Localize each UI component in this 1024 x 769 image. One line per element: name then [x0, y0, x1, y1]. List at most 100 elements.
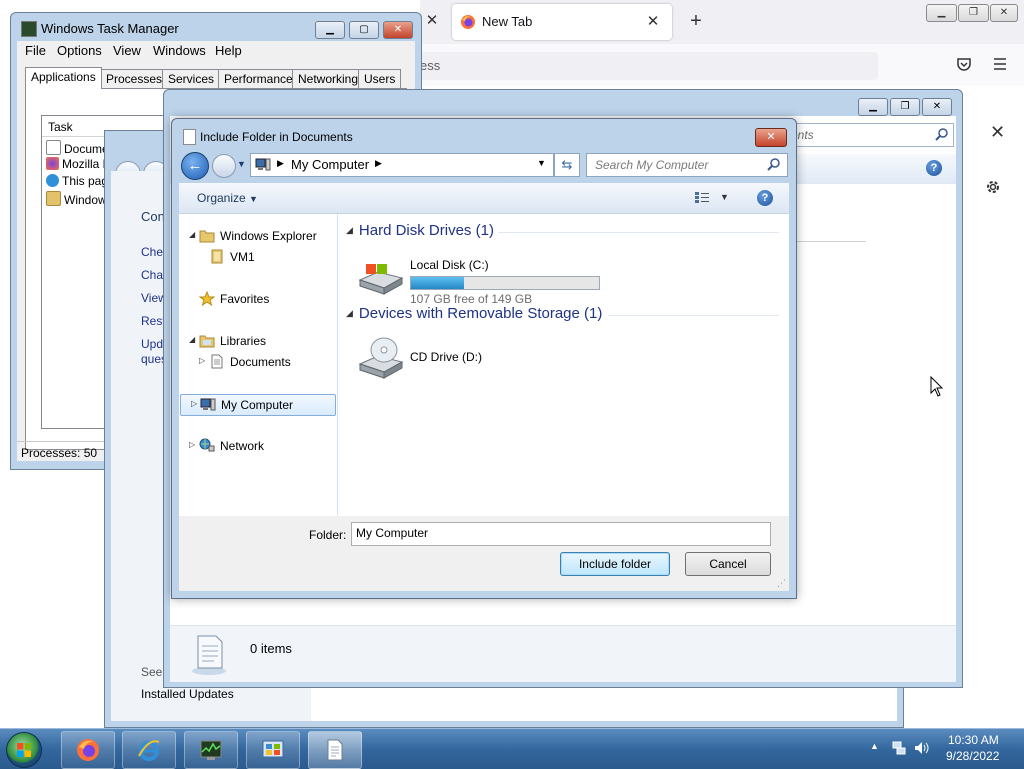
computer-icon [255, 158, 271, 171]
gear-icon[interactable] [984, 178, 1002, 196]
group-removable-storage[interactable]: ◢ Devices with Removable Storage (1) [346, 305, 602, 322]
help-icon[interactable]: ? [757, 190, 773, 206]
tree-item-windows-explorer[interactable]: ◢ Windows Explorer [179, 226, 337, 246]
menu-help[interactable]: Help [215, 43, 242, 58]
expand-arrow-icon[interactable]: ▷ [189, 440, 195, 449]
item-count: 0 items [250, 641, 292, 656]
firefox-minimize-button[interactable]: ▁ [926, 4, 957, 22]
recent-locations-dropdown-icon[interactable]: ▼ [237, 159, 246, 169]
hamburger-menu-icon[interactable] [992, 56, 1008, 72]
tree-item-favorites[interactable]: Favorites [179, 289, 337, 309]
minimize-button[interactable]: ▁ [858, 98, 888, 116]
expand-arrow-icon[interactable]: ▷ [191, 399, 197, 408]
installed-updates-link[interactable]: Installed Updates [141, 687, 234, 701]
network-tray-icon[interactable] [892, 741, 906, 755]
internet-explorer-icon [46, 174, 59, 187]
start-button[interactable] [6, 732, 42, 768]
network-icon [199, 438, 215, 452]
menu-options[interactable]: Options [57, 43, 102, 58]
refresh-icon[interactable]: ⇆ [554, 153, 580, 177]
tree-label: My Computer [221, 398, 294, 412]
volume-icon[interactable] [914, 741, 930, 755]
chevron-down-icon: ▼ [249, 194, 258, 204]
collapse-arrow-icon[interactable]: ◢ [346, 308, 353, 318]
pocket-icon[interactable] [956, 56, 972, 72]
clock-date[interactable]: 9/28/2022 [946, 749, 999, 763]
tab-networking[interactable]: Networking [292, 69, 365, 88]
cd-drive-icon [358, 337, 404, 379]
cp-link[interactable]: Cha [141, 268, 163, 282]
breadcrumb-arrow-icon[interactable]: ▶ [375, 158, 382, 169]
firefox-prev-tab-close-icon[interactable]: ✕ [423, 12, 441, 30]
menu-view[interactable]: View [113, 43, 141, 58]
group-hard-disk-drives[interactable]: ◢ Hard Disk Drives (1) [346, 222, 494, 239]
collapse-arrow-icon[interactable]: ◢ [189, 335, 195, 344]
collapse-arrow-icon[interactable]: ◢ [346, 225, 353, 235]
cancel-button[interactable]: Cancel [685, 552, 771, 576]
forward-arrow-icon[interactable] [212, 154, 236, 178]
address-breadcrumb[interactable]: My Computer [291, 157, 369, 172]
cp-link[interactable]: Che [141, 245, 163, 259]
show-hidden-icons-icon[interactable]: ▲ [870, 741, 879, 751]
taskbar-control-panel[interactable] [246, 731, 300, 769]
close-icon[interactable]: ✕ [990, 122, 1005, 143]
collapse-arrow-icon[interactable]: ◢ [189, 230, 195, 239]
folder-input[interactable]: My Computer [351, 522, 771, 546]
tree-item-libraries[interactable]: ◢ Libraries [179, 331, 337, 351]
view-options-icon[interactable] [695, 192, 709, 204]
firefox-logo-icon [46, 157, 59, 170]
cp-link[interactable]: Rest [141, 314, 166, 328]
tab-close-icon[interactable]: ✕ [644, 13, 662, 31]
firefox-url-bar[interactable] [420, 52, 878, 80]
breadcrumb-arrow-icon[interactable]: ▶ [277, 158, 284, 169]
dialog-close-button[interactable]: ✕ [755, 128, 787, 147]
drive-c-usage-fill [411, 277, 464, 289]
tab-services[interactable]: Services [162, 69, 221, 88]
tab-users[interactable]: Users [358, 69, 402, 88]
cp-heading: Con [141, 209, 165, 224]
tab-performance[interactable]: Performance [218, 69, 299, 88]
search-icon[interactable] [935, 127, 949, 141]
documents-search-box[interactable]: ents [784, 123, 954, 147]
resize-grip-icon[interactable]: ⋰ [777, 578, 786, 589]
document-icon [327, 739, 343, 761]
tree-item-documents[interactable]: ▷ Documents [179, 352, 337, 372]
search-input[interactable]: Search My Computer [586, 153, 788, 177]
tree-item-network[interactable]: ▷ Network [179, 436, 337, 456]
new-tab-plus-icon[interactable]: + [686, 10, 706, 32]
tree-item-vm1[interactable]: VM1 [179, 247, 337, 267]
include-folder-button[interactable]: Include folder [560, 552, 670, 576]
firefox-logo-icon [461, 15, 475, 29]
maximize-button[interactable]: ❐ [890, 98, 920, 116]
menu-windows[interactable]: Windows [153, 43, 206, 58]
minimize-button[interactable]: ▁ [315, 21, 345, 39]
firefox-tab-new-tab[interactable]: New Tab ✕ [452, 4, 672, 40]
address-dropdown-icon[interactable]: ▼ [537, 158, 546, 168]
tab-processes[interactable]: Processes [100, 69, 169, 88]
cp-link[interactable]: Upd [141, 337, 163, 351]
taskbar-task-manager[interactable] [184, 731, 238, 769]
firefox-restore-button[interactable]: ❐ [958, 4, 989, 22]
tab-applications[interactable]: Applications [25, 67, 102, 89]
tree-item-my-computer[interactable]: ▷ My Computer [180, 394, 336, 416]
close-button[interactable]: ✕ [383, 21, 413, 39]
view-dropdown-icon[interactable]: ▼ [720, 192, 729, 202]
taskbar-internet-explorer[interactable] [122, 731, 176, 769]
taskbar-documents[interactable] [308, 731, 362, 769]
close-button[interactable]: ✕ [922, 98, 952, 116]
help-icon[interactable]: ? [926, 160, 942, 176]
address-bar[interactable]: ▶ My Computer ▶ ▼ [250, 153, 554, 177]
firefox-close-button[interactable]: ✕ [990, 4, 1018, 22]
clock-time[interactable]: 10:30 AM [948, 733, 999, 747]
search-icon[interactable] [767, 157, 781, 171]
menu-file[interactable]: File [25, 43, 46, 58]
tree-label: Documents [230, 355, 291, 369]
task-manager-title-bar[interactable]: Windows Task Manager ▁ ▢ ✕ [11, 13, 421, 41]
taskbar-firefox[interactable] [61, 731, 115, 769]
library-document-icon [192, 635, 226, 675]
process-count: Processes: 50 [21, 446, 98, 460]
maximize-button[interactable]: ▢ [349, 21, 379, 39]
organize-menu[interactable]: Organize ▼ [197, 191, 258, 205]
back-arrow-icon[interactable]: ← [181, 152, 209, 180]
expand-arrow-icon[interactable]: ▷ [199, 356, 205, 365]
